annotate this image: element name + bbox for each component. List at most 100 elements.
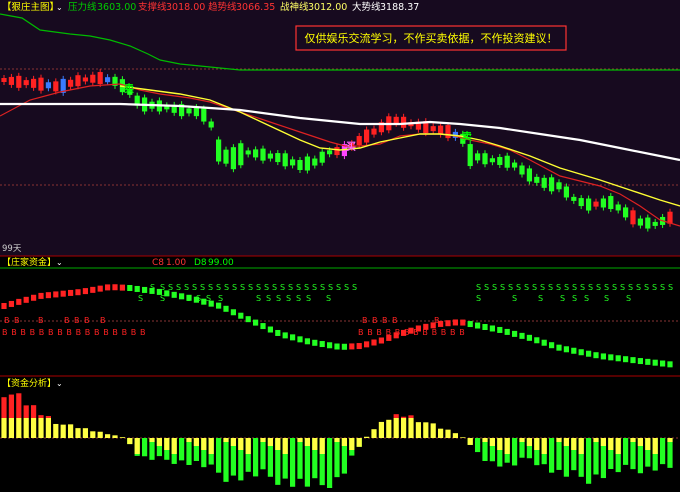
s-marker: S <box>312 283 317 292</box>
b-marker: B <box>100 316 106 325</box>
fund-bar-red <box>23 405 29 418</box>
s-marker: S <box>668 283 673 292</box>
fund-bar-yellow <box>571 438 577 450</box>
fund-bar-yellow <box>630 438 636 442</box>
s-marker: S <box>256 283 261 292</box>
dealer-fund-bar <box>356 343 362 350</box>
fund-bar-green <box>253 438 259 477</box>
dealer-fund-bar <box>600 353 606 360</box>
s-marker: S <box>572 283 577 292</box>
fund-bar-red <box>45 415 51 418</box>
candle <box>504 155 510 168</box>
dealer-fund-bar <box>512 330 518 337</box>
fund-bar-yellow <box>23 418 29 438</box>
fund-bar-yellow <box>238 438 244 450</box>
s-marker: S <box>176 283 181 292</box>
candle <box>578 198 584 207</box>
b-marker: B <box>14 316 20 325</box>
candle <box>438 125 444 135</box>
fund-bar-yellow <box>112 435 118 438</box>
dealer-fund-bar <box>142 286 148 293</box>
fund-bar-green <box>290 438 296 487</box>
s-marker: S <box>516 283 521 292</box>
s-marker: S <box>218 294 223 303</box>
indicator-trend-value: 3066.35 <box>236 2 275 13</box>
dealer-fund-bar <box>475 322 481 329</box>
fund-bar-yellow <box>267 438 273 446</box>
dealer-fund-bar <box>53 291 59 298</box>
b-marker: B <box>434 316 440 325</box>
s-marker: S <box>280 283 285 292</box>
candle <box>593 201 599 207</box>
b-marker: B <box>376 328 382 337</box>
candle <box>371 128 377 135</box>
chevron-down-icon[interactable]: ⌄ <box>56 258 63 267</box>
dealer-fund-bar <box>60 290 66 297</box>
fund-bar-red <box>16 393 22 418</box>
dealer-fund-bar <box>319 341 325 348</box>
candle <box>53 81 59 92</box>
b-marker: B <box>84 316 90 325</box>
dealer-fund-bar <box>97 285 103 292</box>
s-marker: S <box>160 283 165 292</box>
candle <box>68 79 74 87</box>
s-marker: S <box>476 283 481 292</box>
candle <box>216 139 222 162</box>
stock-chart-window: SSSSSSSSSSSSSSSSSSSSSSSSSSSSSSSSSSSSSSSS… <box>0 0 680 489</box>
fund-bar-red <box>8 394 14 418</box>
s-marker: S <box>320 283 325 292</box>
dealer-fund-bar <box>534 337 540 344</box>
dealer-fund-bar <box>290 334 296 341</box>
dealer-fund-bar <box>571 347 577 354</box>
fund-bar-green <box>297 438 303 479</box>
indicator-bigtrend-name: 大势线 <box>352 1 381 13</box>
fund-bar-yellow <box>97 431 103 438</box>
s-marker: S <box>580 283 585 292</box>
s-marker: S <box>524 283 529 292</box>
b-marker: B <box>38 316 44 325</box>
b-marker: B <box>404 328 410 337</box>
s-marker: S <box>256 294 261 303</box>
indicator-c8-name: C8 <box>152 258 164 268</box>
fund-bar-green <box>179 438 185 461</box>
chevron-down-icon[interactable]: ⌄ <box>56 3 63 12</box>
s-marker: S <box>288 283 293 292</box>
s-marker: S <box>192 283 197 292</box>
b-marker: B <box>30 328 35 337</box>
candle <box>637 218 643 226</box>
fund-bar-red <box>393 414 399 418</box>
fund-bar-yellow <box>341 438 347 446</box>
s-marker: S <box>572 294 577 303</box>
s-marker: S <box>336 283 341 292</box>
b-marker: B <box>103 328 109 337</box>
s-marker: S <box>296 283 301 292</box>
dealer-fund-bar <box>541 339 547 346</box>
fund-bar-yellow <box>193 438 199 446</box>
candle <box>201 108 207 122</box>
fund-bar-yellow <box>364 436 370 438</box>
b-marker: B <box>11 328 17 337</box>
fund-bar-yellow <box>156 438 162 446</box>
s-marker: S <box>500 283 505 292</box>
fund-bar-yellow <box>304 438 310 446</box>
fund-bar-green <box>593 438 599 475</box>
fund-bar-yellow <box>608 438 614 450</box>
dealer-fund-bar <box>216 302 222 309</box>
b-marker: B <box>382 316 388 325</box>
s-marker: S <box>344 283 349 292</box>
candle <box>534 176 540 183</box>
indicator-d8-value: 99.00 <box>208 258 234 268</box>
candle <box>186 108 192 114</box>
b-marker: B <box>392 316 398 325</box>
candle <box>312 158 318 166</box>
b-marker: B <box>395 328 401 337</box>
candle <box>16 75 22 88</box>
dealer-fund-bar <box>667 361 673 368</box>
chevron-down-icon[interactable]: ⌄ <box>56 379 63 388</box>
s-marker: S <box>612 283 617 292</box>
fund-bar-yellow <box>75 428 81 438</box>
fund-bar-yellow <box>282 438 288 454</box>
candle <box>23 80 29 86</box>
dealer-fund-bar <box>489 325 495 332</box>
indicator-trend-name: 趋势线 <box>208 1 237 13</box>
